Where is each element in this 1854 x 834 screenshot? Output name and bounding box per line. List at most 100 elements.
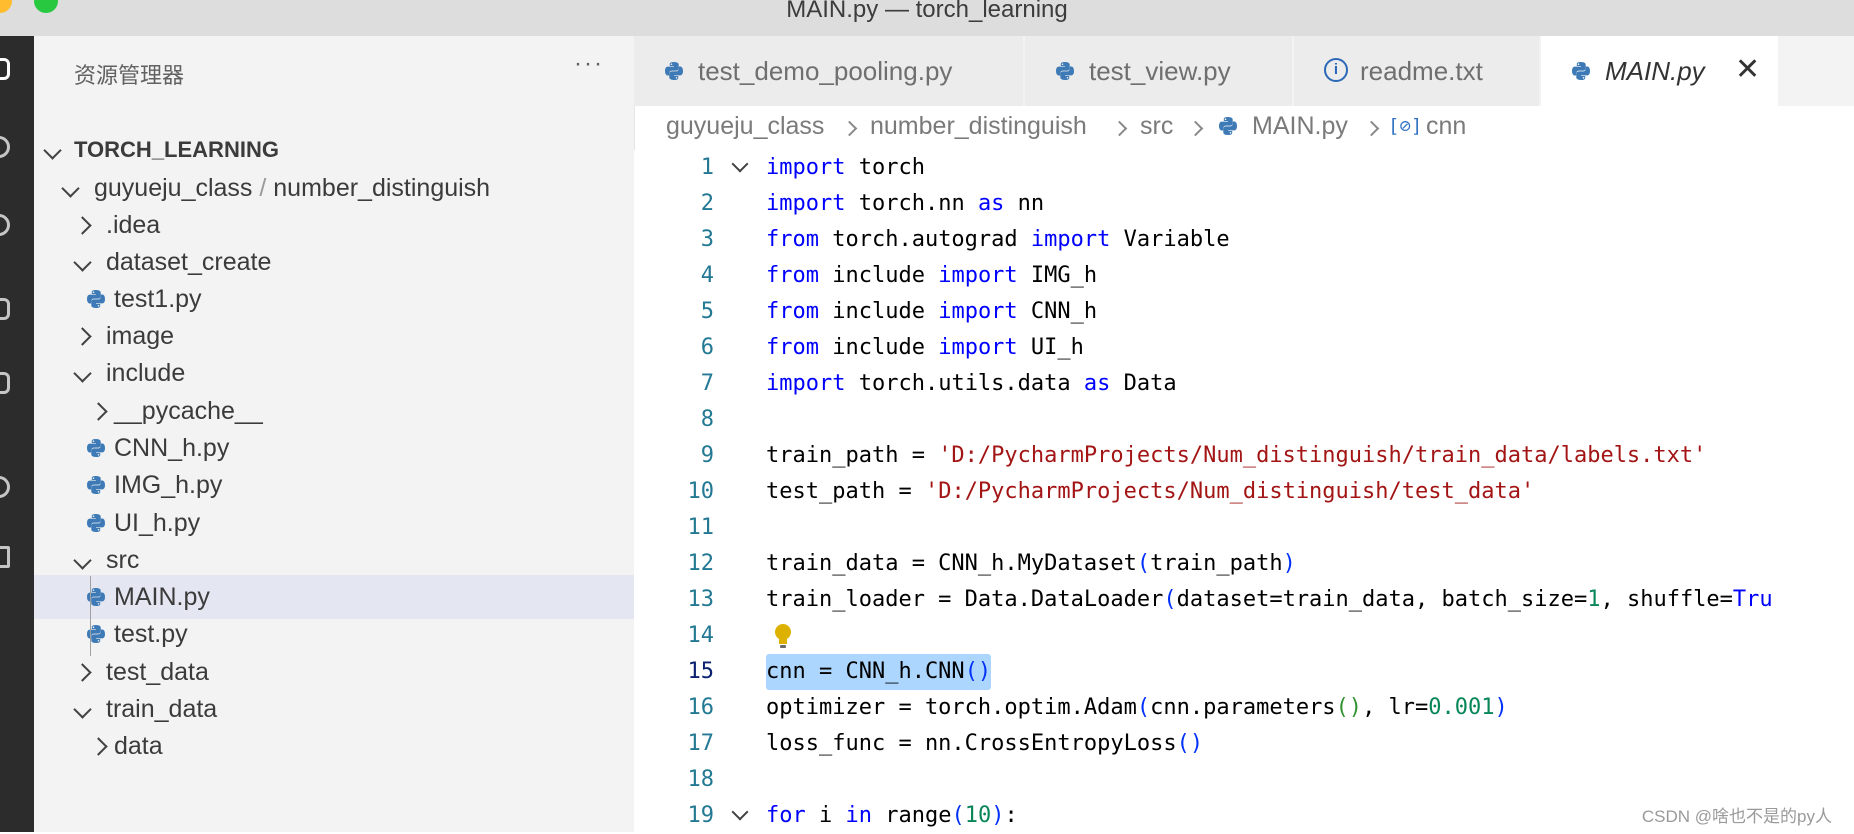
selected-code-text: cnn = CNN_h.CNN()	[766, 654, 992, 690]
code-line[interactable]: 13 train_loader = Data.DataLoader(datase…	[634, 582, 1854, 618]
chevron-right-icon	[1366, 112, 1377, 141]
python-icon	[1572, 62, 1590, 80]
line-number: 7	[700, 371, 714, 396]
explorer-icon[interactable]	[0, 58, 10, 80]
activity-bar	[0, 36, 34, 832]
tab-label: test_demo_pooling.py	[698, 56, 953, 86]
chevron-right-icon	[88, 724, 108, 764]
python-icon	[87, 514, 105, 532]
variable-symbol-icon: [⊘]	[1388, 115, 1423, 137]
python-icon	[1056, 62, 1074, 80]
tab-label: readme.txt	[1360, 56, 1483, 86]
line-number: 4	[700, 263, 714, 288]
code-text: train_path = 'D:/PycharmProjects/Num_dis…	[766, 443, 1707, 468]
code-text: import torch.nn as nn	[766, 191, 1045, 216]
python-icon	[87, 439, 105, 457]
code-text: from torch.autograd import Variable	[766, 227, 1230, 252]
line-number: 10	[687, 479, 715, 504]
breadcrumb-item[interactable]: guyueju_class	[666, 112, 824, 141]
line-number: 1	[700, 155, 714, 180]
chevron-right-icon	[844, 112, 855, 141]
line-number: 19	[687, 803, 715, 828]
tree-item-data[interactable]: data	[34, 724, 634, 764]
code-line[interactable]: 8	[634, 402, 1854, 438]
breadcrumb-item[interactable]: MAIN.py	[1252, 112, 1348, 141]
tab-test-view[interactable]: test_view.py	[1025, 36, 1293, 106]
code-line[interactable]: 5 from include import CNN_h	[634, 294, 1854, 330]
tree-item-label: data	[114, 732, 163, 760]
python-icon	[1219, 117, 1237, 135]
code-line[interactable]: 2 import torch.nn as nn	[634, 186, 1854, 222]
watermark: CSDN @啥也不是的py人	[1641, 807, 1832, 826]
code-line[interactable]: 6 from include import UI_h	[634, 330, 1854, 366]
code-text: train_loader = Data.DataLoader(dataset=t…	[766, 587, 1773, 612]
explorer-header: 资源管理器	[74, 63, 185, 88]
line-number: 15	[687, 659, 715, 684]
code-line[interactable]: 14	[634, 618, 1854, 654]
line-number: 17	[687, 731, 715, 756]
code-text: from include import CNN_h	[766, 299, 1098, 324]
line-number: 6	[700, 335, 714, 360]
breadcrumb-item[interactable]: cnn	[1426, 112, 1466, 141]
close-icon[interactable]: ✕	[1735, 52, 1760, 87]
line-number: 14	[687, 623, 715, 648]
code-line[interactable]: 11	[634, 510, 1854, 546]
code-line[interactable]: 18	[634, 762, 1854, 798]
chevron-right-icon	[1114, 112, 1125, 141]
line-number: 13	[687, 587, 715, 612]
code-text: for i in range(10):	[766, 803, 1018, 828]
line-number: 16	[687, 695, 715, 720]
line-number: 12	[687, 551, 715, 576]
python-icon	[665, 62, 683, 80]
line-number: 9	[700, 443, 714, 468]
line-number: 8	[700, 407, 714, 432]
code-text: import torch	[766, 155, 925, 180]
tab-test-demo-pooling[interactable]: test_demo_pooling.py	[634, 36, 1024, 106]
code-text: import torch.utils.data as Data	[766, 371, 1177, 396]
python-icon	[87, 588, 105, 606]
chevron-right-icon	[1190, 112, 1201, 141]
code-text: loss_func = nn.CrossEntropyLoss()	[766, 731, 1204, 756]
lightbulb-icon[interactable]	[774, 623, 792, 649]
tab-main[interactable]: MAIN.py ✕	[1541, 36, 1779, 106]
code-line[interactable]: 3 from torch.autograd import Variable	[634, 222, 1854, 258]
info-icon: i	[1324, 58, 1348, 82]
fold-chevron-icon[interactable]	[734, 150, 746, 175]
breadcrumb-item[interactable]: src	[1140, 112, 1173, 141]
code-line[interactable]: 17 loss_func = nn.CrossEntropyLoss()	[634, 726, 1854, 762]
code-line[interactable]: 10 test_path = 'D:/PycharmProjects/Num_d…	[634, 474, 1854, 510]
line-number: 11	[687, 515, 715, 540]
line-number: 5	[700, 299, 714, 324]
tab-label: test_view.py	[1089, 56, 1231, 86]
search-icon[interactable]	[0, 136, 10, 158]
tab-label: MAIN.py	[1605, 56, 1705, 86]
window-title: MAIN.py — torch_learning	[786, 0, 1068, 23]
python-icon	[87, 290, 105, 308]
fold-chevron-icon[interactable]	[734, 798, 746, 823]
code-line[interactable]: 4 from include import IMG_h	[634, 258, 1854, 294]
testing-icon[interactable]	[0, 546, 10, 568]
code-line-active[interactable]: 15 cnn = CNN_h.CNN()	[634, 654, 1854, 690]
source-control-icon[interactable]	[0, 214, 10, 236]
code-line[interactable]: 9 train_path = 'D:/PycharmProjects/Num_d…	[634, 438, 1854, 474]
accounts-icon[interactable]	[0, 476, 10, 498]
code-line[interactable]: 16 optimizer = torch.optim.Adam(cnn.para…	[634, 690, 1854, 726]
code-line[interactable]: 12 train_data = CNN_h.MyDataset(train_pa…	[634, 546, 1854, 582]
title-bar: MAIN.py — torch_learning	[0, 0, 1854, 37]
breadcrumb-item[interactable]: number_distinguish	[870, 112, 1087, 141]
code-editor[interactable]: 1 import torch 2 import torch.nn as nn 3…	[634, 150, 1854, 832]
code-line[interactable]: 7 import torch.utils.data as Data	[634, 366, 1854, 402]
tab-readme[interactable]: i readme.txt	[1294, 36, 1540, 106]
editor-tab-bar: test_demo_pooling.py test_view.py i read…	[634, 36, 1854, 106]
python-icon	[87, 625, 105, 643]
explorer-sidebar: 资源管理器 ··· TORCH_LEARNING guyueju_class /…	[34, 36, 635, 832]
indent-guide	[90, 576, 91, 656]
more-actions-icon[interactable]: ···	[574, 50, 604, 78]
extensions-icon[interactable]	[0, 372, 10, 394]
code-line[interactable]: 1 import torch	[634, 150, 1854, 186]
code-text: from include import UI_h	[766, 335, 1084, 360]
code-text: train_data = CNN_h.MyDataset(train_path)	[766, 551, 1296, 576]
run-debug-icon[interactable]	[0, 298, 10, 320]
line-number: 18	[687, 767, 715, 792]
line-number: 2	[700, 191, 714, 216]
